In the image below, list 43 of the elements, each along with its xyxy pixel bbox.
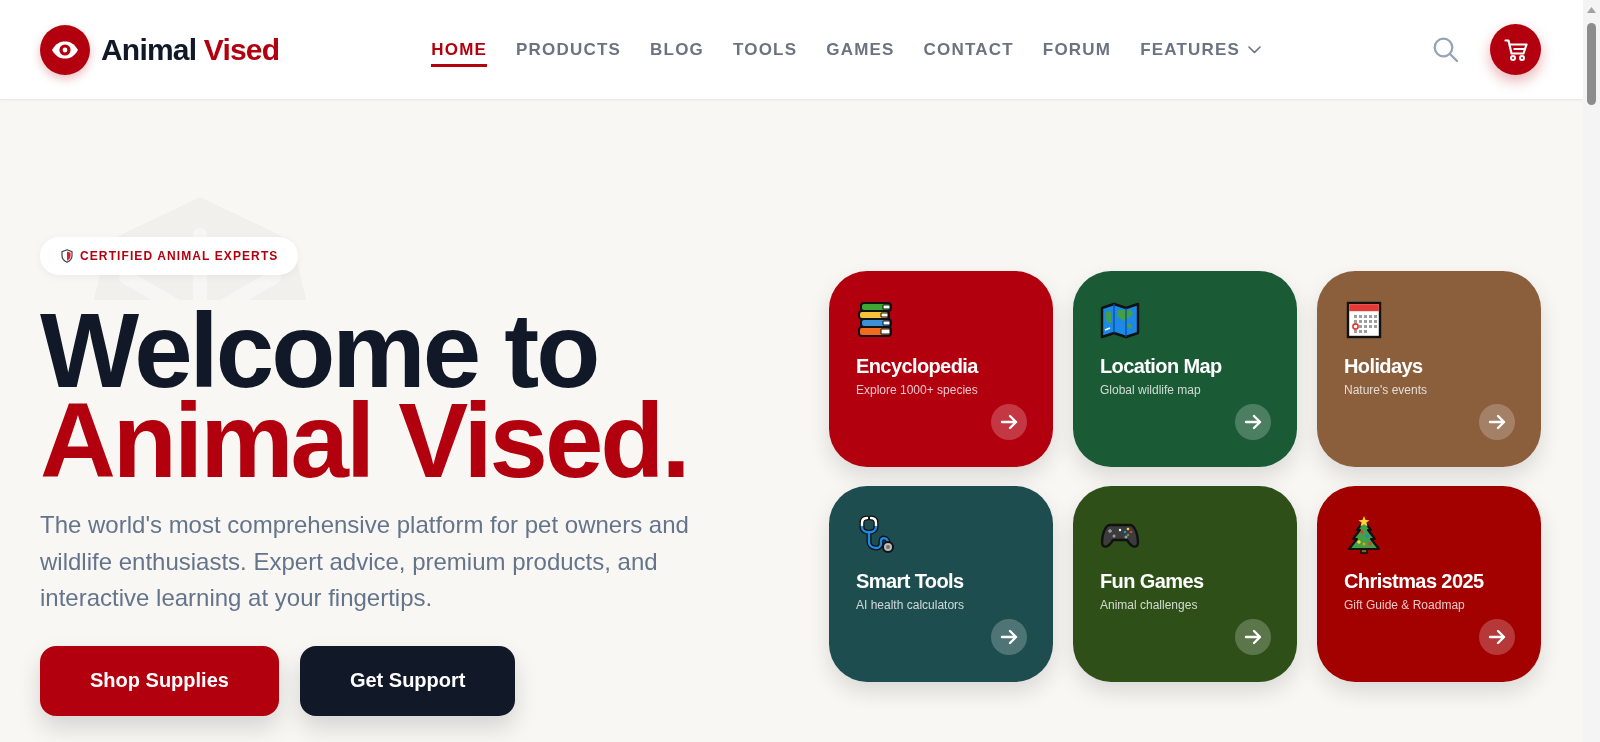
chevron-down-icon — [1248, 45, 1262, 54]
secondary-button[interactable]: Get Support — [299, 645, 516, 716]
card-subtitle: Nature's events — [1344, 382, 1427, 398]
nav-link[interactable]: HOME — [431, 32, 488, 67]
card-subtitle: AI health calculators — [856, 597, 965, 613]
hero-description: The world's most comprehensive platform for pet owners and wildlife enthusiasts. Expert advice, premium products, and interactive learning at your fingertips. — [40, 510, 690, 614]
eye-logo-icon[interactable] — [40, 24, 90, 75]
card-title: Encyclopedia — [856, 354, 978, 378]
nav-link[interactable]: TOOLS — [733, 32, 798, 67]
card-subtitle: Animal challenges — [1100, 597, 1198, 613]
cart-icon — [1503, 37, 1528, 62]
card-subtitle: Explore 1000+ species — [856, 382, 978, 398]
feature-card[interactable]: Smart Tools AI health calculators — [829, 486, 1053, 682]
card-title: Location Map — [1100, 354, 1222, 378]
cart-button[interactable] — [1490, 24, 1541, 75]
badge-label: CERTIFIED ANIMAL EXPERTS — [80, 249, 279, 264]
card-title: Holidays — [1344, 354, 1423, 378]
feature-card[interactable]: Location Map Global wildlife map — [1073, 271, 1297, 467]
nav-link[interactable]: BLOG — [650, 32, 704, 67]
calendar-icon — [1344, 300, 1384, 340]
feature-card[interactable]: Fun Games Animal challenges — [1073, 486, 1297, 682]
card-title: Christmas 2025 — [1344, 569, 1484, 593]
nav-link[interactable]: CONTACT — [923, 32, 1014, 67]
card-subtitle: Global wildlife map — [1100, 382, 1201, 398]
card-title: Smart Tools — [856, 569, 964, 593]
primary-button[interactable]: Shop Supplies — [40, 645, 279, 716]
card-title: Fun Games — [1100, 569, 1204, 593]
nav-link[interactable]: PRODUCTS — [516, 32, 622, 67]
scrollbar-thumb[interactable] — [1587, 23, 1596, 105]
feature-card[interactable]: Christmas 2025 Gift Guide & Roadmap — [1317, 486, 1541, 682]
nav-link[interactable]: FEATURES — [1140, 32, 1262, 67]
nav-link[interactable]: GAMES — [826, 32, 895, 67]
feature-card[interactable]: Encyclopedia Explore 1000+ species — [829, 271, 1053, 467]
shield-icon — [61, 249, 73, 264]
scroll-up-icon[interactable] — [1587, 7, 1596, 13]
nav-link[interactable]: FORUM — [1042, 32, 1112, 67]
logo-text[interactable]: Animal Vised — [101, 32, 280, 67]
feature-card[interactable]: Holidays Nature's events — [1317, 271, 1541, 467]
folded-map-icon — [1100, 300, 1140, 340]
hero-heading: Welcome to Animal Vised. — [40, 306, 688, 487]
card-subtitle: Gift Guide & Roadmap — [1344, 597, 1465, 613]
search-icon[interactable] — [1433, 37, 1458, 62]
scrollbar[interactable] — [1583, 0, 1600, 742]
